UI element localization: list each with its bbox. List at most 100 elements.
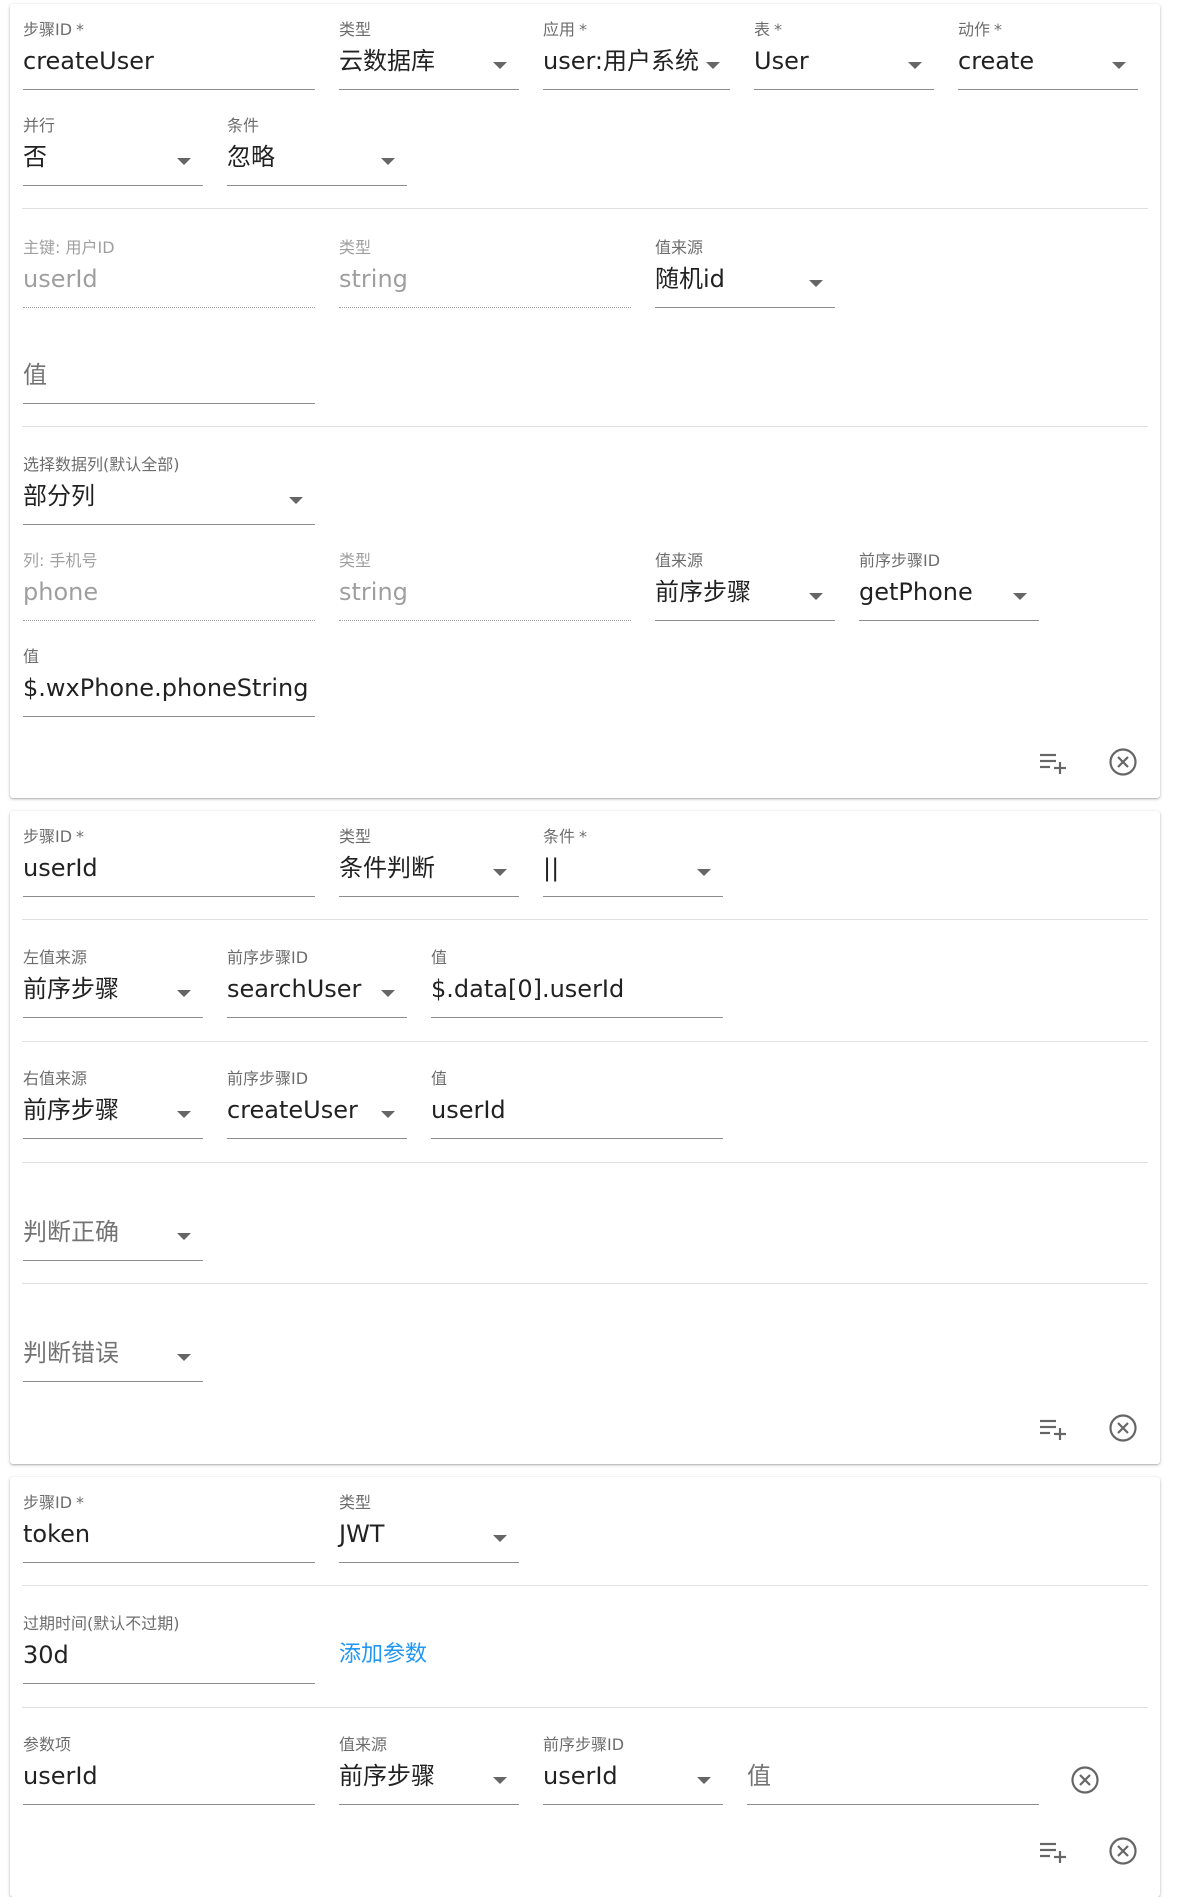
dropdown-arrow-icon xyxy=(381,1111,395,1118)
field-label: 过期时间(默认不过期) xyxy=(23,1614,180,1633)
param-source-select[interactable]: 值来源 前序步骤 xyxy=(339,1731,519,1807)
dropdown-arrow-icon xyxy=(493,1777,507,1784)
field-value: JWT xyxy=(339,1520,385,1548)
playlist-add-icon[interactable] xyxy=(1037,1836,1069,1868)
type-select[interactable]: 类型 云数据库 xyxy=(339,16,519,92)
field-value: 随机id xyxy=(655,265,725,293)
field-value: userId xyxy=(23,265,98,293)
field-value: 云数据库 xyxy=(339,47,435,75)
dropdown-arrow-icon xyxy=(177,990,191,997)
condition-select[interactable]: 条件 忽略 xyxy=(227,112,407,188)
field-placeholder: 值 xyxy=(747,1762,771,1790)
field-label: 前序步骤ID xyxy=(227,948,309,967)
field-value: $.data[0].userId xyxy=(431,975,625,1003)
expire-input[interactable]: 过期时间(默认不过期) 30d xyxy=(23,1610,315,1686)
field-label: 列: 手机号 xyxy=(23,551,98,570)
field-label: 值 xyxy=(23,647,40,666)
type-select[interactable]: 类型 条件判断 xyxy=(339,823,519,899)
primary-key-field: 主键: 用户ID userId xyxy=(23,234,315,310)
field-label: 前序步骤ID xyxy=(227,1069,309,1088)
field-value: phone xyxy=(23,578,99,606)
dropdown-arrow-icon xyxy=(177,1111,191,1118)
step-id-field[interactable]: 步骤ID * token xyxy=(23,1489,315,1565)
field-value: createUser xyxy=(23,47,154,75)
left-value-input[interactable]: 值 $.data[0].userId xyxy=(431,944,723,1020)
left-source-select[interactable]: 左值来源 前序步骤 xyxy=(23,944,203,1020)
close-circle-icon[interactable] xyxy=(1107,1412,1139,1444)
field-label: 类型 xyxy=(339,1493,372,1512)
dropdown-arrow-icon xyxy=(381,158,395,165)
left-prev-step-select[interactable]: 前序步骤ID searchUser xyxy=(227,944,407,1020)
field-value: string xyxy=(339,265,408,293)
field-value: 前序步骤 xyxy=(23,1096,119,1124)
field-label: 参数项 xyxy=(23,1735,72,1754)
field-label: 步骤ID * xyxy=(23,827,85,846)
column-phone-field: 列: 手机号 phone xyxy=(23,547,315,623)
app-select[interactable]: 应用 * user:用户系统 xyxy=(543,16,730,92)
close-circle-icon[interactable] xyxy=(1107,746,1139,778)
dropdown-arrow-icon xyxy=(381,990,395,997)
field-label: 应用 * xyxy=(543,20,588,39)
action-select[interactable]: 动作 * create xyxy=(958,16,1138,92)
columns-select[interactable]: 选择数据列(默认全部) 部分列 xyxy=(23,451,315,527)
divider xyxy=(22,426,1148,427)
field-label: 条件 xyxy=(227,116,260,135)
step-id-field[interactable]: 步骤ID * createUser xyxy=(23,16,315,92)
field-label: 主键: 用户ID xyxy=(23,238,115,257)
field-value: getPhone xyxy=(859,578,973,606)
field-value: 部分列 xyxy=(23,482,95,510)
param-name-input[interactable]: 参数项 userId xyxy=(23,1731,315,1807)
dropdown-arrow-icon xyxy=(706,62,720,69)
dropdown-arrow-icon xyxy=(809,280,823,287)
column-source-select[interactable]: 值来源 前序步骤 xyxy=(655,547,835,623)
right-prev-step-select[interactable]: 前序步骤ID createUser xyxy=(227,1065,407,1141)
dropdown-arrow-icon xyxy=(493,1535,507,1542)
divider xyxy=(22,208,1148,209)
remove-param-close-circle-icon[interactable] xyxy=(1069,1764,1101,1796)
on-false-select[interactable]: 判断错误 xyxy=(23,1308,203,1384)
on-true-select[interactable]: 判断正确 xyxy=(23,1187,203,1263)
add-param-link[interactable]: 添加参数 xyxy=(339,1636,427,1668)
field-label: 左值来源 xyxy=(23,948,88,967)
type-select[interactable]: 类型 JWT xyxy=(339,1489,519,1565)
dropdown-arrow-icon xyxy=(289,497,303,504)
divider xyxy=(22,1707,1148,1708)
primary-key-type-field: 类型 string xyxy=(339,234,631,310)
table-select[interactable]: 表 * User xyxy=(754,16,934,92)
field-label: 前序步骤ID xyxy=(543,1735,625,1754)
parallel-select[interactable]: 并行 否 xyxy=(23,112,203,188)
dropdown-arrow-icon xyxy=(177,158,191,165)
playlist-add-icon[interactable] xyxy=(1037,747,1069,779)
field-label: 值来源 xyxy=(655,551,704,570)
primary-key-value-input[interactable]: 值 xyxy=(23,330,315,406)
field-label: 值来源 xyxy=(655,238,704,257)
playlist-add-icon[interactable] xyxy=(1037,1413,1069,1445)
field-value: 条件判断 xyxy=(339,854,435,882)
step-card-token: 步骤ID * token 类型 JWT 过期时间(默认不过期) 30d 添加参数 … xyxy=(10,1477,1160,1897)
primary-key-source-select[interactable]: 值来源 随机id xyxy=(655,234,835,310)
right-source-select[interactable]: 右值来源 前序步骤 xyxy=(23,1065,203,1141)
column-prev-step-select[interactable]: 前序步骤ID getPhone xyxy=(859,547,1039,623)
condition-select[interactable]: 条件 * || xyxy=(543,823,723,899)
right-value-input[interactable]: 值 userId xyxy=(431,1065,723,1141)
step-id-field[interactable]: 步骤ID * userId xyxy=(23,823,315,899)
field-value: 否 xyxy=(23,143,47,171)
divider xyxy=(22,1041,1148,1042)
field-value: createUser xyxy=(227,1096,358,1124)
dropdown-arrow-icon xyxy=(177,1233,191,1240)
field-label: 类型 xyxy=(339,551,372,570)
field-value: 前序步骤 xyxy=(23,975,119,1003)
field-placeholder: 判断错误 xyxy=(23,1339,119,1367)
field-value: userId xyxy=(23,854,98,882)
field-label: 步骤ID * xyxy=(23,1493,85,1512)
column-value-input[interactable]: 值 $.wxPhone.phoneString xyxy=(23,643,315,719)
field-value: 前序步骤 xyxy=(655,578,751,606)
param-value-input[interactable]: 值 xyxy=(747,1731,1039,1807)
field-label: 并行 xyxy=(23,116,56,135)
field-value: string xyxy=(339,578,408,606)
field-value: 30d xyxy=(23,1641,69,1669)
field-value: token xyxy=(23,1520,91,1548)
param-prev-step-select[interactable]: 前序步骤ID userId xyxy=(543,1731,723,1807)
field-label: 动作 * xyxy=(958,20,1003,39)
close-circle-icon[interactable] xyxy=(1107,1835,1139,1867)
